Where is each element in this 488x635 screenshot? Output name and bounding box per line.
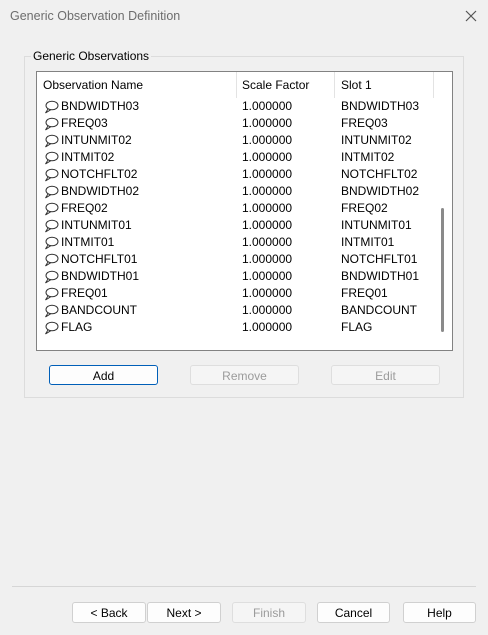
scale-factor-cell: 1.000000 [242,184,293,198]
table-row[interactable]: INTUNMIT01 1.000000 INTUNMIT01 [37,217,434,234]
observation-name: FLAG [61,320,93,334]
observations-list[interactable]: Observation Name Scale Factor Slot 1 BND… [36,71,453,351]
close-icon[interactable] [462,7,480,25]
scale-factor-cell: 1.000000 [242,320,293,334]
scale-factor-cell: 1.000000 [242,201,293,215]
scale-factor-cell: 1.000000 [242,150,293,164]
table-row[interactable]: BNDWIDTH02 1.000000 BNDWIDTH02 [37,183,434,200]
slot-1-cell: BANDCOUNT [341,303,418,317]
scale-factor-cell: 1.000000 [242,269,293,283]
observation-name: INTMIT02 [61,150,115,164]
observation-name: FREQ03 [61,116,108,130]
table-row[interactable]: FREQ02 1.000000 FREQ02 [37,200,434,217]
observation-name: NOTCHFLT02 [61,167,138,181]
group-label: Generic Observations [31,49,152,63]
observation-icon [43,304,59,318]
observation-icon [43,236,59,250]
table-row[interactable]: FREQ01 1.000000 FREQ01 [37,285,434,302]
observation-icon [43,151,59,165]
slot-1-cell: INTUNMIT01 [341,218,412,232]
scale-factor-cell: 1.000000 [242,218,293,232]
slot-1-cell: BNDWIDTH03 [341,99,420,113]
remove-button[interactable]: Remove [190,365,299,385]
back-button[interactable]: < Back [72,602,146,623]
slot-1-cell: INTMIT02 [341,150,395,164]
add-button[interactable]: Add [49,365,158,385]
observation-icon [43,270,59,284]
scale-factor-cell: 1.000000 [242,99,293,113]
scale-factor-cell: 1.000000 [242,252,293,266]
table-row[interactable]: BNDWIDTH01 1.000000 BNDWIDTH01 [37,268,434,285]
scale-factor-cell: 1.000000 [242,235,293,249]
table-row[interactable]: NOTCHFLT02 1.000000 NOTCHFLT02 [37,166,434,183]
table-row[interactable]: INTMIT01 1.000000 INTMIT01 [37,234,434,251]
table-row[interactable]: NOTCHFLT01 1.000000 NOTCHFLT01 [37,251,434,268]
table-row[interactable]: BANDCOUNT 1.000000 BANDCOUNT [37,302,434,319]
column-header-slot-1[interactable]: Slot 1 [335,72,434,98]
table-row[interactable]: INTUNMIT02 1.000000 INTUNMIT02 [37,132,434,149]
observation-icon [43,219,59,233]
slot-1-cell: NOTCHFLT02 [341,167,418,181]
cancel-button[interactable]: Cancel [317,602,390,623]
slot-1-cell: INTUNMIT02 [341,133,412,147]
scale-factor-cell: 1.000000 [242,116,293,130]
slot-1-cell: FLAG [341,320,373,334]
vertical-scrollbar[interactable] [434,72,452,350]
observation-icon [43,134,59,148]
table-row[interactable]: FREQ03 1.000000 FREQ03 [37,115,434,132]
observation-icon [43,117,59,131]
observation-icon [43,253,59,267]
slot-1-cell: NOTCHFLT01 [341,252,418,266]
slot-1-cell: BNDWIDTH02 [341,184,420,198]
next-button[interactable]: Next > [147,602,221,623]
observation-icon [43,202,59,216]
title-bar: Generic Observation Definition [0,0,488,32]
footer-divider [12,586,476,587]
table-row[interactable]: FLAG 1.000000 FLAG [37,319,434,336]
observation-icon [43,168,59,182]
column-header-observation-name[interactable]: Observation Name [37,72,237,98]
table-row[interactable]: INTMIT02 1.000000 INTMIT02 [37,149,434,166]
slot-1-cell: FREQ02 [341,201,388,215]
list-header: Observation Name Scale Factor Slot 1 [37,72,434,98]
column-header-scale-factor[interactable]: Scale Factor [236,72,335,98]
slot-1-cell: FREQ01 [341,286,388,300]
window-title: Generic Observation Definition [10,9,181,23]
observation-name: INTUNMIT01 [61,218,132,232]
observation-name: FREQ02 [61,201,108,215]
observation-name: FREQ01 [61,286,108,300]
scale-factor-cell: 1.000000 [242,133,293,147]
help-button[interactable]: Help [403,602,476,623]
table-row[interactable]: BNDWIDTH03 1.000000 BNDWIDTH03 [37,98,434,115]
finish-button[interactable]: Finish [232,602,306,623]
observation-name: INTMIT01 [61,235,115,249]
observation-name: BNDWIDTH01 [61,269,140,283]
scale-factor-cell: 1.000000 [242,167,293,181]
slot-1-cell: BNDWIDTH01 [341,269,420,283]
observation-icon [43,287,59,301]
observation-name: INTUNMIT02 [61,133,132,147]
observation-name: BNDWIDTH03 [61,99,140,113]
slot-1-cell: FREQ03 [341,116,388,130]
scale-factor-cell: 1.000000 [242,286,293,300]
observation-name: NOTCHFLT01 [61,252,138,266]
observation-name: BANDCOUNT [61,303,138,317]
observation-icon [43,100,59,114]
edit-button[interactable]: Edit [331,365,440,385]
scale-factor-cell: 1.000000 [242,303,293,317]
slot-1-cell: INTMIT01 [341,235,395,249]
observation-icon [43,321,59,335]
observation-icon [43,185,59,199]
observation-name: BNDWIDTH02 [61,184,140,198]
scrollbar-thumb[interactable] [441,208,444,332]
